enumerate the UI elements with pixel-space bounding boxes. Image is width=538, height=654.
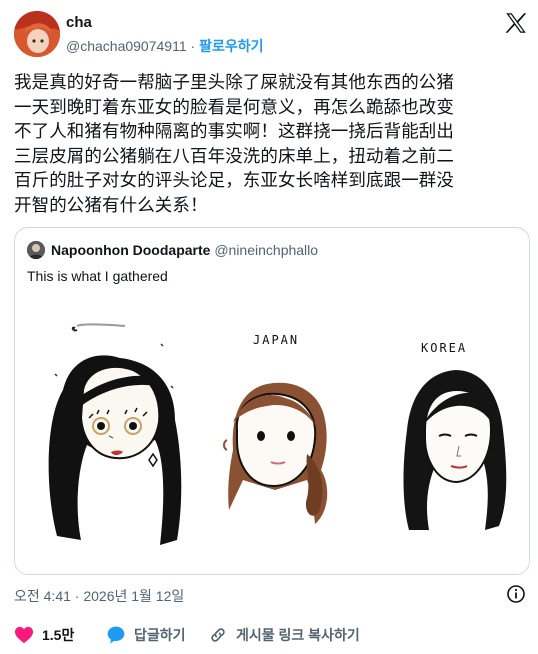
author-handle[interactable]: @chacha09074911 bbox=[66, 38, 187, 54]
follow-button[interactable]: 팔로우하기 bbox=[199, 38, 263, 54]
link-icon bbox=[211, 628, 225, 642]
like-count: 1.5만 bbox=[42, 627, 75, 643]
heart-icon bbox=[15, 626, 33, 644]
avatar-image bbox=[14, 11, 60, 57]
quote-author-name: Napoonhon Doodaparte bbox=[51, 242, 211, 258]
info-icon[interactable] bbox=[506, 584, 526, 604]
reply-label: 답글하기 bbox=[134, 627, 186, 643]
tweet-text: 我是真的好奇一帮脑子里头除了屎就没有其他东西的公猪 一天到晚盯着东亚女的脸看是何… bbox=[14, 72, 454, 215]
tweet-timestamp[interactable]: 오전 4:41 · 2026년 1월 12일 bbox=[14, 586, 184, 606]
label-japan: JAPAN bbox=[253, 333, 299, 347]
copy-link-button[interactable]: 게시물 링크 복사하기 bbox=[208, 624, 360, 646]
quote-author-line: Napoonhon Doodaparte @nineinchphallo bbox=[51, 242, 318, 258]
author-name[interactable]: cha bbox=[66, 14, 92, 31]
label-korea: KOREA bbox=[421, 341, 467, 355]
copy-link-label: 게시물 링크 복사하기 bbox=[236, 627, 360, 643]
reply-bubble-icon bbox=[107, 626, 125, 644]
handle-separator: · bbox=[190, 38, 196, 54]
reply-button[interactable]: 답글하기 bbox=[106, 624, 186, 646]
x-logo-icon[interactable] bbox=[503, 10, 529, 36]
quoted-tweet[interactable]: Napoonhon Doodaparte @nineinchphallo Thi… bbox=[14, 227, 530, 575]
like-button[interactable]: 1.5만 bbox=[14, 624, 74, 646]
quote-drawing-image: JAPAN KOREA bbox=[15, 290, 529, 574]
author-avatar[interactable] bbox=[14, 11, 60, 57]
author-handle-row: @chacha09074911 · 팔로우하기 bbox=[66, 36, 263, 56]
quote-author-handle: @nineinchphallo bbox=[214, 242, 319, 258]
quote-author-avatar bbox=[27, 241, 45, 259]
quote-text: This is what I gathered bbox=[27, 268, 168, 284]
